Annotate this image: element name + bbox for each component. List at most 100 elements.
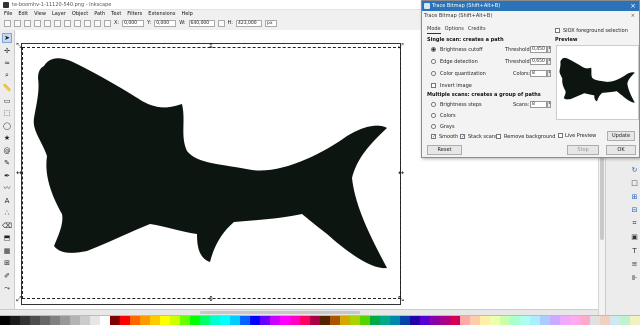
palette-swatch[interactable] [190,316,200,325]
snap-rotation-icon[interactable]: ↻ [630,165,639,174]
lock-ratio-icon[interactable] [217,19,225,27]
colors-spin-icon[interactable]: ⇕ [547,70,551,77]
palette-swatch[interactable] [380,316,390,325]
snap-guide-icon[interactable]: ⊟ [630,206,639,215]
resize-handle-ne[interactable]: ⤢ [398,43,404,50]
mesh-icon[interactable]: ⊞ [2,258,12,268]
palette-swatch[interactable] [580,316,590,325]
palette-swatch[interactable] [390,316,400,325]
stack-scans-checkbox[interactable]: ✓ [460,134,465,140]
palette-swatch[interactable] [480,316,490,325]
rectangle-icon[interactable]: ▭ [2,96,12,106]
palette-swatch[interactable] [60,316,70,325]
dropper-icon[interactable]: ✐ [2,271,12,281]
siox-checkbox[interactable] [555,28,560,33]
palette-swatch[interactable] [420,316,430,325]
palette-swatch[interactable] [40,316,50,325]
rotate-cw-icon[interactable] [44,19,51,27]
edge-threshold-spin-icon[interactable]: ⇕ [547,58,551,65]
palette-swatch[interactable] [450,316,460,325]
selector-icon[interactable]: ➤ [2,33,12,43]
unit-select[interactable]: px [265,19,277,27]
palette-swatch[interactable] [290,316,300,325]
palette-swatch[interactable] [400,316,410,325]
select-all-layers-icon[interactable] [14,19,21,27]
threshold-spin-icon[interactable]: ⇕ [547,46,551,53]
horizontal-scroll-thumb[interactable] [200,311,360,314]
calligraphy-icon[interactable]: 〰 [2,183,12,193]
palette-swatch[interactable] [110,316,120,325]
palette-swatch[interactable] [320,316,330,325]
palette-swatch[interactable] [370,316,380,325]
palette-swatch[interactable] [260,316,270,325]
connector-icon[interactable]: ⤳ [2,283,12,293]
palette-swatch[interactable] [270,316,280,325]
palette-swatch[interactable] [220,316,230,325]
zoom-icon[interactable]: ⌕ [2,71,12,81]
invert-image-checkbox[interactable] [431,83,436,88]
edge-threshold-input[interactable]: 0,650 [530,58,547,65]
snap-page-icon[interactable]: □ [630,179,639,188]
palette-swatch[interactable] [310,316,320,325]
tweak-icon[interactable]: ≈ [2,58,12,68]
rotate-ccw-icon[interactable] [34,19,41,27]
edge-detection-radio[interactable] [431,59,436,64]
3d-box-icon[interactable]: ⬚ [2,108,12,118]
layers-icon[interactable]: ≡ [630,260,639,269]
palette-swatch[interactable] [80,316,90,325]
h-field[interactable]: 423,000 [236,19,262,27]
palette-swatch[interactable] [180,316,190,325]
palette-swatch[interactable] [620,316,630,325]
close-icon[interactable]: × [630,2,636,10]
menu-path[interactable]: Path [94,11,105,17]
tab-credits[interactable]: Credits [468,26,486,34]
palette-swatch[interactable] [70,316,80,325]
resize-handle-sw[interactable]: ⤢ [16,296,22,303]
palette-swatch[interactable] [530,316,540,325]
palette-swatch[interactable] [30,316,40,325]
palette-swatch[interactable] [20,316,30,325]
lower-to-bottom-icon[interactable] [104,19,111,27]
threshold-input[interactable]: 0,450 [530,46,547,53]
remove-background-checkbox[interactable] [496,134,501,139]
colors-input[interactable]: 8 [530,70,547,77]
ellipse-icon[interactable]: ◯ [2,121,12,131]
palette-swatch[interactable] [500,316,510,325]
resize-handle-se[interactable]: ⤡ [398,296,404,303]
star-icon[interactable]: ★ [2,133,12,143]
menu-file[interactable]: File [4,11,12,17]
palette-swatch[interactable] [250,316,260,325]
palette-swatch[interactable] [340,316,350,325]
reset-button[interactable]: Reset [427,145,462,155]
palette-swatch[interactable] [410,316,420,325]
menu-extensions[interactable]: Extensions [148,11,175,17]
palette-swatch[interactable] [610,316,620,325]
node-editor-icon[interactable]: ✢ [2,46,12,56]
palette-swatch[interactable] [10,316,20,325]
measure-icon[interactable]: 📏 [2,83,12,93]
palette-swatch[interactable] [160,316,170,325]
raise-icon[interactable] [84,19,91,27]
eraser-icon[interactable]: ⌫ [2,221,12,231]
panel-close-icon[interactable]: × [631,13,635,19]
deselect-icon[interactable] [24,19,31,27]
tab-mode[interactable]: Mode [427,26,441,34]
palette-swatch[interactable] [150,316,160,325]
palette-swatch[interactable] [360,316,370,325]
ok-button[interactable]: OK [606,145,636,155]
palette-swatch[interactable] [0,316,10,325]
palette-swatch[interactable] [90,316,100,325]
text-icon[interactable]: A [2,196,12,206]
palette-swatch[interactable] [170,316,180,325]
palette-swatch[interactable] [280,316,290,325]
scans-input[interactable]: 8 [530,101,547,108]
lower-icon[interactable] [94,19,101,27]
w-field[interactable]: 640,000 [188,19,215,27]
palette-swatch[interactable] [230,316,240,325]
menu-edit[interactable]: Edit [18,11,28,17]
color-quantization-radio[interactable] [431,71,436,76]
palette-swatch[interactable] [600,316,610,325]
y-field[interactable]: 0,000 [154,19,177,27]
snap-grid-icon[interactable]: ⊞ [630,192,639,201]
raise-to-top-icon[interactable] [74,19,81,27]
